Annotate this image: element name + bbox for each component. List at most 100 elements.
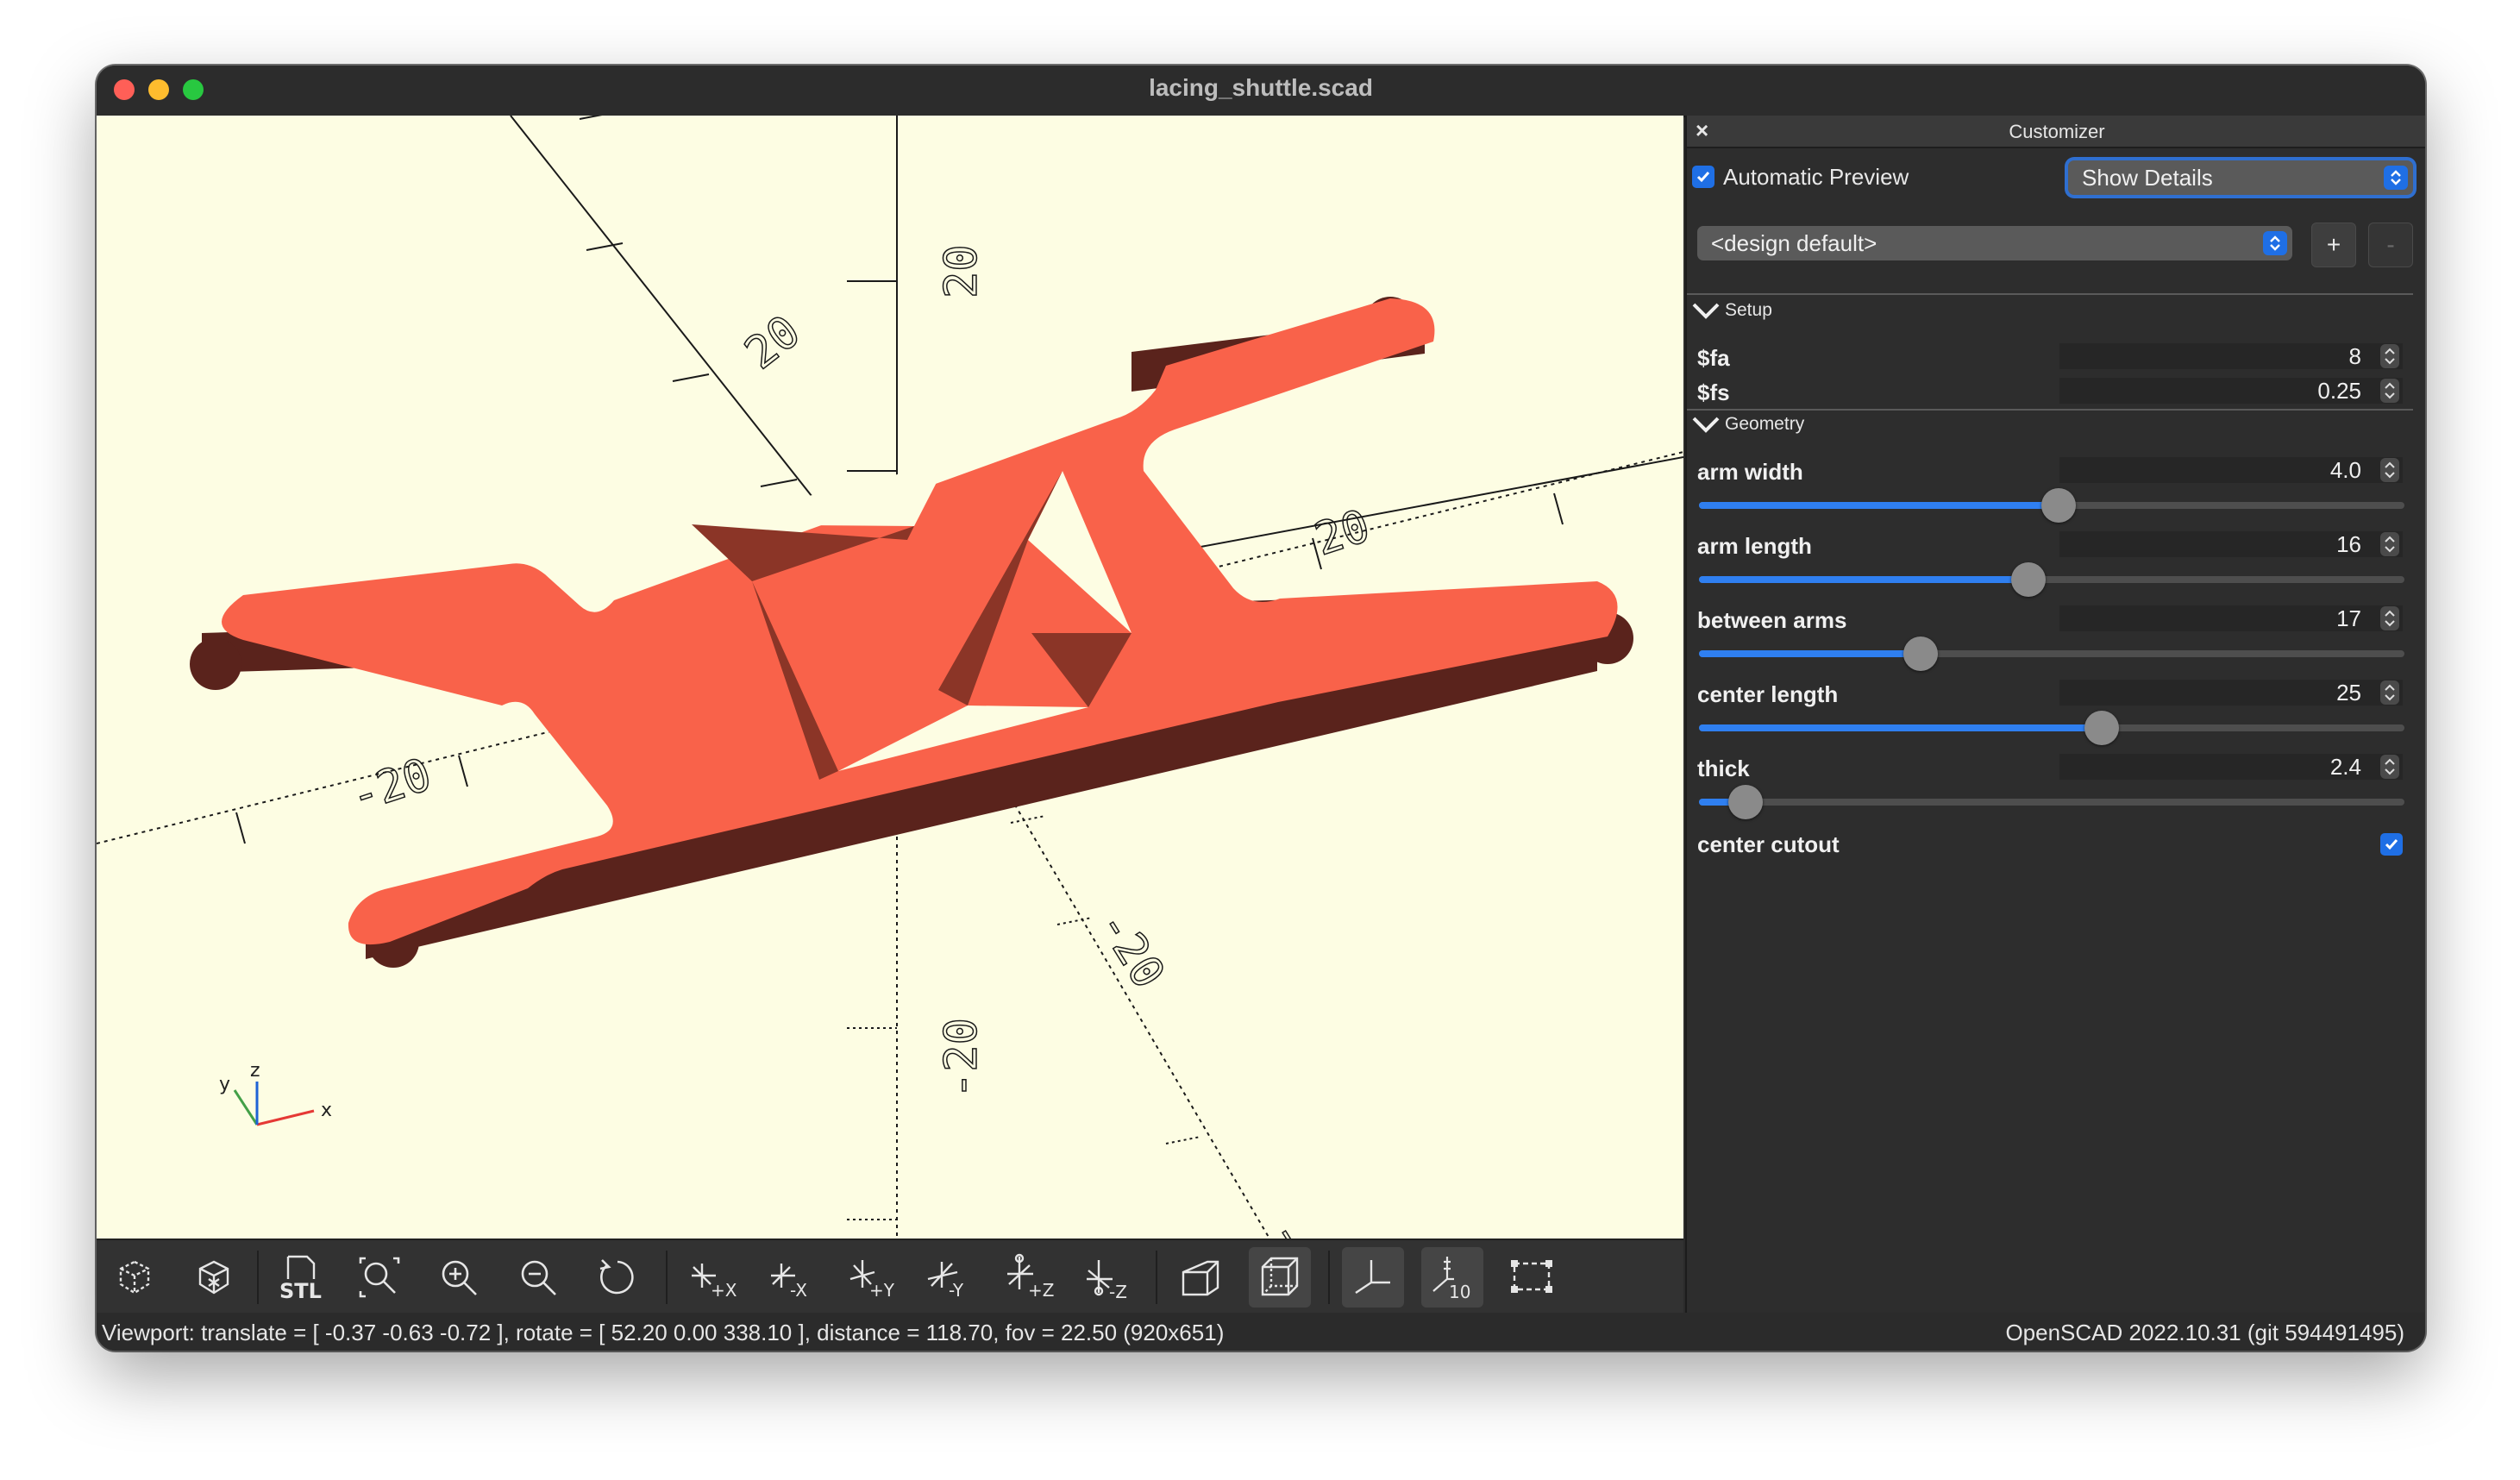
view-back-button[interactable]: +Y — [838, 1247, 900, 1308]
toolbar-separator — [666, 1251, 668, 1304]
axis-label-y-top: 20 — [936, 244, 987, 298]
axis-label-y-right-neg: -20 — [1088, 901, 1175, 997]
version-status: OpenSCAD 2022.10.31 (git 594491495) — [2005, 1320, 2404, 1345]
remove-preset-button[interactable]: - — [2368, 223, 2413, 267]
toolbar-separator — [257, 1251, 259, 1304]
param-input-fa[interactable]: 8 — [2059, 343, 2403, 369]
reset-view-button[interactable] — [586, 1247, 649, 1308]
group-header-setup[interactable]: Setup — [1692, 300, 1772, 321]
view-right-button[interactable]: +X — [680, 1247, 742, 1308]
param-input-between-arms[interactable]: 17 — [2059, 605, 2403, 631]
svg-text:10: 10 — [1449, 1282, 1470, 1301]
automatic-preview-label: Automatic Preview — [1723, 164, 1909, 190]
zoom-out-button[interactable] — [507, 1247, 569, 1308]
group-name: Setup — [1725, 300, 1772, 320]
group-header-geometry[interactable]: Geometry — [1692, 414, 1804, 435]
spinner-icon[interactable] — [2380, 379, 2399, 403]
automatic-preview-checkbox[interactable] — [1692, 166, 1714, 188]
slider-thumb[interactable] — [1727, 785, 1763, 819]
3d-viewport[interactable]: 20 20 20 -20 -20 -20 -40 x y z — [97, 116, 1683, 1239]
perspective-icon — [1182, 1260, 1219, 1296]
orthogonal-button[interactable] — [1249, 1247, 1311, 1308]
slider-fill — [1699, 650, 1921, 657]
param-label-center-length: center length — [1697, 681, 1839, 707]
render-cube-icon — [198, 1260, 229, 1295]
openscad-window: lacing_shuttle.scad 20 20 20 -20 -20 -20… — [97, 66, 2425, 1351]
slider-thumb[interactable] — [2084, 711, 2120, 745]
zoom-all-icon — [359, 1257, 400, 1298]
spinner-icon[interactable] — [2380, 458, 2399, 482]
show-scale-button[interactable]: 10 — [1421, 1247, 1483, 1308]
view-top-button[interactable]: +Z — [997, 1247, 1059, 1308]
spinner-icon[interactable] — [2380, 532, 2399, 556]
param-input-fs[interactable]: 0.25 — [2059, 378, 2403, 404]
zoom-in-icon — [442, 1260, 477, 1295]
perspective-button[interactable] — [1169, 1247, 1232, 1308]
view-all-button[interactable] — [348, 1247, 411, 1308]
param-input-center-length[interactable]: 25 — [2059, 680, 2403, 706]
spinner-icon[interactable] — [2380, 344, 2399, 368]
view-toolbar: STL +X -X +Y -Y +Z -Z 10 — [97, 1239, 1683, 1314]
spinner-icon[interactable] — [2380, 606, 2399, 630]
select-arrows-icon — [2263, 231, 2287, 255]
slider-thumb[interactable] — [2041, 488, 2077, 523]
param-input-arm-length[interactable]: 16 — [2059, 531, 2403, 557]
chevron-down-icon — [1692, 417, 1720, 433]
reset-view-icon — [599, 1259, 634, 1295]
slider-fill — [1699, 502, 2059, 509]
details-select[interactable]: Show Details — [2068, 160, 2413, 195]
param-input-arm-width[interactable]: 4.0 — [2059, 457, 2403, 483]
preset-select[interactable]: <design default> — [1697, 226, 2292, 260]
param-input-thick[interactable]: 2.4 — [2059, 754, 2403, 780]
slider-thumb[interactable] — [1903, 637, 1938, 671]
param-label-fa: $fa — [1697, 345, 1730, 371]
view-front-button[interactable]: -Y — [918, 1247, 980, 1308]
export-stl-button[interactable]: STL — [269, 1247, 331, 1308]
spinner-icon[interactable] — [2380, 680, 2399, 705]
view-minus-y-icon: -Y — [927, 1262, 964, 1301]
zoom-in-button[interactable] — [428, 1247, 490, 1308]
slider-fill — [1699, 724, 2103, 731]
checkmark-icon — [2385, 839, 2398, 850]
show-axes-button[interactable] — [1342, 1247, 1404, 1308]
view-plus-y-icon: +Y — [849, 1260, 895, 1301]
slider-center-length[interactable] — [1699, 711, 2404, 745]
checkmark-icon — [1696, 172, 1710, 183]
axis-label-x-left-neg: -20 — [344, 749, 437, 823]
param-label-fs: $fs — [1697, 379, 1730, 405]
scale-markers-icon: 10 — [1432, 1257, 1470, 1301]
spinner-icon[interactable] — [2380, 755, 2399, 779]
view-minus-x-icon: -X — [771, 1264, 807, 1301]
slider-thick[interactable] — [1699, 785, 2404, 819]
param-label-between-arms: between arms — [1697, 607, 1847, 633]
view-plus-z-icon: +Z — [1007, 1253, 1054, 1301]
add-preset-button[interactable]: + — [2311, 223, 2356, 267]
view-plus-x-icon: +X — [692, 1264, 737, 1301]
view-bottom-button[interactable]: -Z — [1076, 1247, 1138, 1308]
axis-label-x-right: 20 — [1308, 500, 1376, 566]
shuttle-model — [190, 297, 1633, 968]
gizmo-y-label: y — [219, 1074, 230, 1095]
param-label-arm-width: arm width — [1697, 459, 1803, 485]
chevron-down-icon — [1692, 303, 1720, 319]
svg-text:+X: +X — [711, 1280, 737, 1301]
show-edges-button[interactable] — [1501, 1247, 1563, 1308]
slider-arm-width[interactable] — [1699, 488, 2404, 523]
svg-text:-Z: -Z — [1109, 1282, 1127, 1301]
window-title: lacing_shuttle.scad — [1149, 74, 1373, 101]
slider-arm-length[interactable] — [1699, 562, 2404, 597]
center-cutout-checkbox[interactable] — [2380, 833, 2403, 856]
gizmo-z-label: z — [250, 1060, 260, 1082]
gizmo-x-label: x — [321, 1100, 332, 1121]
zoom-out-icon — [521, 1260, 556, 1295]
toolbar-separator — [1156, 1251, 1157, 1304]
preview-button[interactable] — [103, 1247, 166, 1308]
slider-thumb[interactable] — [2011, 562, 2046, 597]
render-button[interactable] — [183, 1247, 245, 1308]
slider-fill — [1699, 576, 2028, 583]
view-left-button[interactable]: -X — [759, 1247, 821, 1308]
axes-icon — [1355, 1260, 1390, 1294]
slider-between-arms[interactable] — [1699, 637, 2404, 671]
customizer-panel: × Customizer Automatic Preview Show Deta… — [1685, 116, 2425, 1313]
svg-text:-X: -X — [790, 1280, 807, 1301]
